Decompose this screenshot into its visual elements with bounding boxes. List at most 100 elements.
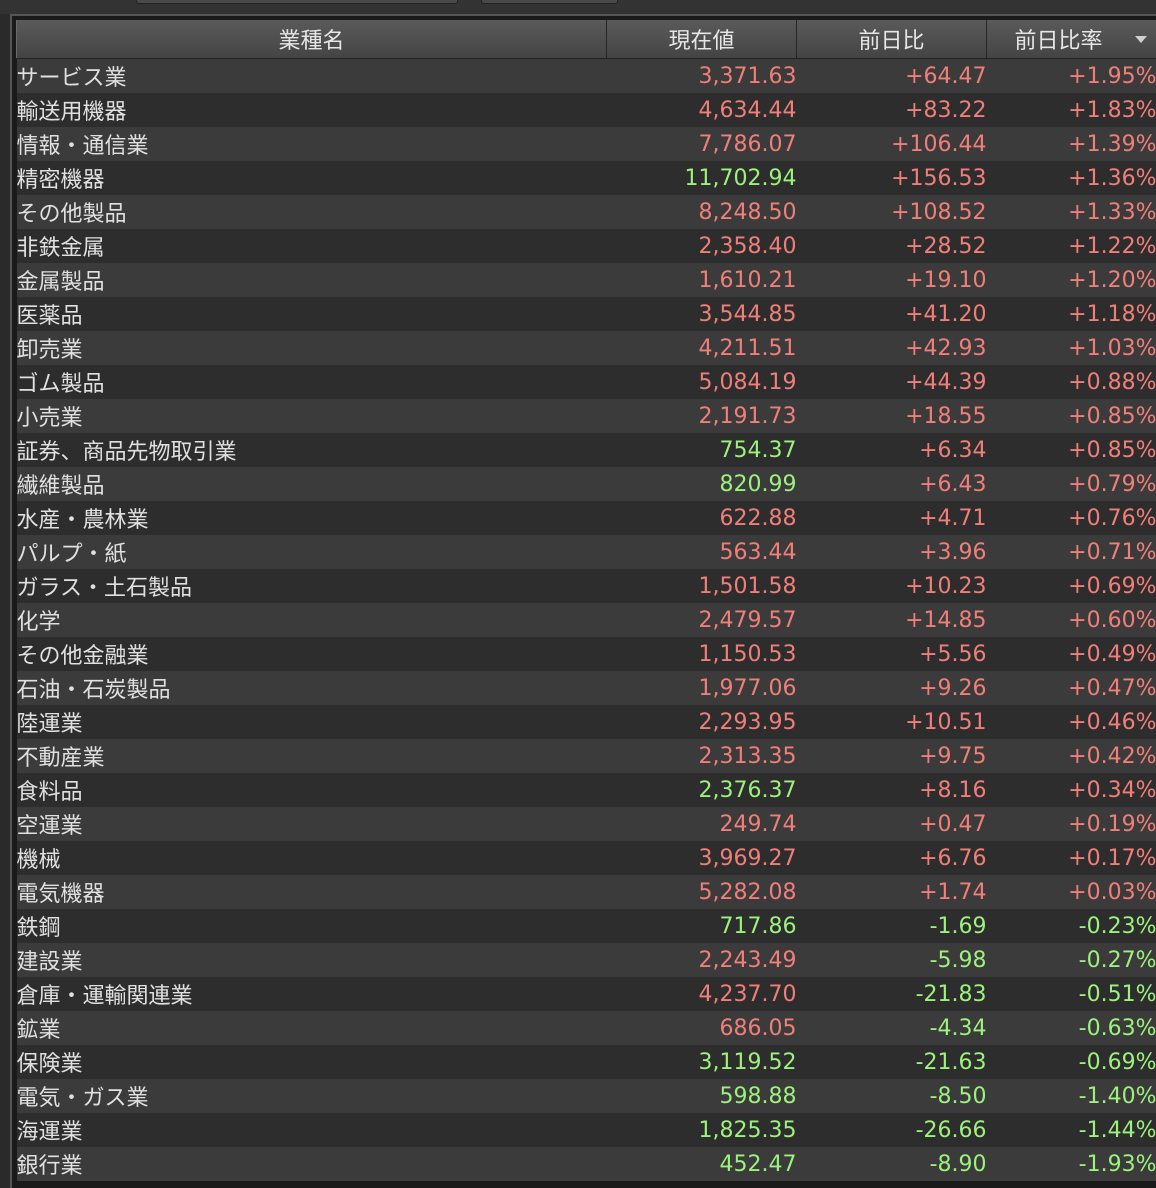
change-rate-cell: +1.33%: [986, 195, 1156, 229]
change-rate-cell: +0.76%: [986, 501, 1156, 535]
table-row[interactable]: 小売業 2,191.73 +18.55 +0.85%: [16, 399, 1156, 433]
table-row[interactable]: ゴム製品 5,084.19 +44.39 +0.88%: [16, 365, 1156, 399]
price-cell: 4,634.44: [606, 93, 797, 127]
table-row[interactable]: 電気機器 5,282.08 +1.74 +0.03%: [16, 875, 1156, 909]
table-row[interactable]: 建設業 2,243.49 -5.98 -0.27%: [16, 943, 1156, 977]
table-row[interactable]: 非鉄金属 2,358.40 +28.52 +1.22%: [16, 229, 1156, 263]
table-row[interactable]: 保険業 3,119.52 -21.63 -0.69%: [16, 1045, 1156, 1079]
table-header-row: 業種名 現在値 前日比 前日比率: [16, 20, 1156, 59]
table-row[interactable]: 繊維製品 820.99 +6.43 +0.79%: [16, 467, 1156, 501]
column-header-sector-name[interactable]: 業種名: [16, 20, 607, 59]
sector-name-cell: 繊維製品: [16, 467, 607, 501]
change-cell: +8.16: [796, 773, 987, 807]
table-row[interactable]: 食料品 2,376.37 +8.16 +0.34%: [16, 773, 1156, 807]
change-cell: -4.34: [796, 1011, 987, 1045]
change-cell: +5.56: [796, 637, 987, 671]
change-cell: +6.76: [796, 841, 987, 875]
change-cell: +14.85: [796, 603, 987, 637]
table-row[interactable]: その他金融業 1,150.53 +5.56 +0.49%: [16, 637, 1156, 671]
price-cell: 11,702.94: [606, 161, 797, 195]
change-rate-cell: +0.17%: [986, 841, 1156, 875]
sector-name-cell: 鉱業: [16, 1011, 607, 1045]
change-cell: +10.23: [796, 569, 987, 603]
table-row[interactable]: ガラス・土石製品 1,501.58 +10.23 +0.69%: [16, 569, 1156, 603]
price-cell: 2,358.40: [606, 229, 797, 263]
price-cell: 1,501.58: [606, 569, 797, 603]
change-rate-cell: +0.69%: [986, 569, 1156, 603]
sector-name-cell: 水産・農林業: [16, 501, 607, 535]
table-row[interactable]: 石油・石炭製品 1,977.06 +9.26 +0.47%: [16, 671, 1156, 705]
table-row[interactable]: 医薬品 3,544.85 +41.20 +1.18%: [16, 297, 1156, 331]
table-row[interactable]: 機械 3,969.27 +6.76 +0.17%: [16, 841, 1156, 875]
change-rate-cell: +1.83%: [986, 93, 1156, 127]
table-row[interactable]: 化学 2,479.57 +14.85 +0.60%: [16, 603, 1156, 637]
sector-name-cell: 海運業: [16, 1113, 607, 1147]
change-rate-cell: +0.46%: [986, 705, 1156, 739]
change-rate-cell: -0.69%: [986, 1045, 1156, 1079]
table-row[interactable]: 精密機器 11,702.94 +156.53 +1.36%: [16, 161, 1156, 195]
change-cell: +44.39: [796, 365, 987, 399]
change-cell: +28.52: [796, 229, 987, 263]
table-row[interactable]: 卸売業 4,211.51 +42.93 +1.03%: [16, 331, 1156, 365]
change-cell: +6.43: [796, 467, 987, 501]
column-header-change[interactable]: 前日比: [796, 20, 987, 59]
sort-desc-icon[interactable]: [1135, 36, 1147, 43]
toolbar-button[interactable]: [481, 0, 618, 4]
sector-name-cell: 建設業: [16, 943, 607, 977]
change-rate-cell: -1.93%: [986, 1147, 1156, 1181]
change-rate-cell: +0.34%: [986, 773, 1156, 807]
change-cell: -21.83: [796, 977, 987, 1011]
sector-name-cell: 医薬品: [16, 297, 607, 331]
column-header-price[interactable]: 現在値: [606, 20, 797, 59]
table-row[interactable]: 銀行業 452.47 -8.90 -1.93%: [16, 1147, 1156, 1181]
price-cell: 5,084.19: [606, 365, 797, 399]
top-toolbar: [0, 0, 1156, 14]
sector-name-cell: ガラス・土石製品: [16, 569, 607, 603]
table-row[interactable]: 水産・農林業 622.88 +4.71 +0.76%: [16, 501, 1156, 535]
sector-name-cell: 情報・通信業: [16, 127, 607, 161]
sector-name-cell: 卸売業: [16, 331, 607, 365]
table-row[interactable]: その他製品 8,248.50 +108.52 +1.33%: [16, 195, 1156, 229]
table-row[interactable]: 鉄鋼 717.86 -1.69 -0.23%: [16, 909, 1156, 943]
change-rate-cell: -0.27%: [986, 943, 1156, 977]
sector-name-cell: ゴム製品: [16, 365, 607, 399]
change-cell: +9.75: [796, 739, 987, 773]
change-cell: +18.55: [796, 399, 987, 433]
price-cell: 452.47: [606, 1147, 797, 1181]
table-row[interactable]: サービス業 3,371.63 +64.47 +1.95%: [16, 58, 1156, 93]
price-cell: 3,119.52: [606, 1045, 797, 1079]
sector-name-cell: 食料品: [16, 773, 607, 807]
sector-name-cell: 銀行業: [16, 1147, 607, 1181]
sector-name-cell: パルプ・紙: [16, 535, 607, 569]
table-row[interactable]: 不動産業 2,313.35 +9.75 +0.42%: [16, 739, 1156, 773]
table-row[interactable]: 陸運業 2,293.95 +10.51 +0.46%: [16, 705, 1156, 739]
sector-name-cell: 精密機器: [16, 161, 607, 195]
table-row[interactable]: 電気・ガス業 598.88 -8.50 -1.40%: [16, 1079, 1156, 1113]
table-row[interactable]: 証券、商品先物取引業 754.37 +6.34 +0.85%: [16, 433, 1156, 467]
sector-table: 業種名 現在値 前日比 前日比率 サービス業 3,371.63 +64.47 +1.9…: [16, 20, 1156, 1181]
table-row[interactable]: 空運業 249.74 +0.47 +0.19%: [16, 807, 1156, 841]
change-cell: +83.22: [796, 93, 987, 127]
change-cell: +10.51: [796, 705, 987, 739]
sector-name-cell: サービス業: [16, 58, 607, 93]
change-cell: +6.34: [796, 433, 987, 467]
toolbar-dropdown[interactable]: [136, 0, 458, 4]
change-cell: +106.44: [796, 127, 987, 161]
table-row[interactable]: パルプ・紙 563.44 +3.96 +0.71%: [16, 535, 1156, 569]
sector-table-panel: 業種名 現在値 前日比 前日比率 サービス業 3,371.63 +64.47 +1.9…: [10, 14, 1156, 1188]
change-cell: +108.52: [796, 195, 987, 229]
column-header-change-rate[interactable]: 前日比率: [986, 20, 1156, 59]
table-row[interactable]: 鉱業 686.05 -4.34 -0.63%: [16, 1011, 1156, 1045]
change-rate-cell: +0.42%: [986, 739, 1156, 773]
change-rate-cell: +0.60%: [986, 603, 1156, 637]
change-rate-cell: -0.23%: [986, 909, 1156, 943]
table-row[interactable]: 輸送用機器 4,634.44 +83.22 +1.83%: [16, 93, 1156, 127]
table-row[interactable]: 金属製品 1,610.21 +19.10 +1.20%: [16, 263, 1156, 297]
change-cell: -8.90: [796, 1147, 987, 1181]
table-row[interactable]: 情報・通信業 7,786.07 +106.44 +1.39%: [16, 127, 1156, 161]
table-row[interactable]: 倉庫・運輸関連業 4,237.70 -21.83 -0.51%: [16, 977, 1156, 1011]
price-cell: 1,977.06: [606, 671, 797, 705]
sector-name-cell: 不動産業: [16, 739, 607, 773]
sector-name-cell: 保険業: [16, 1045, 607, 1079]
table-row[interactable]: 海運業 1,825.35 -26.66 -1.44%: [16, 1113, 1156, 1147]
